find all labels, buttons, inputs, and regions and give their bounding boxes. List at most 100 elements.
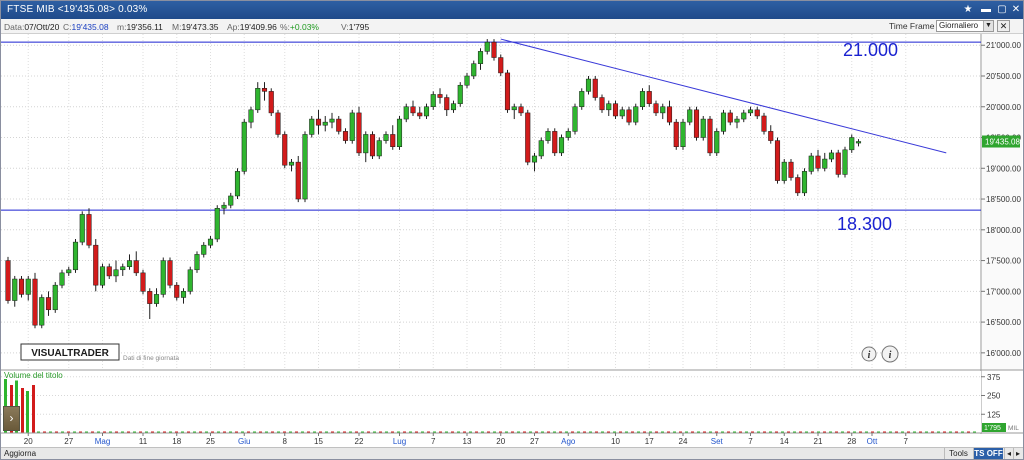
candle-body <box>822 158 828 169</box>
brand-subtitle: Dati di fine giornata <box>123 355 179 362</box>
candle-body <box>660 106 666 114</box>
candle-body <box>457 84 463 104</box>
candle-body <box>639 91 646 108</box>
candle-body <box>565 131 571 138</box>
candle-body <box>673 121 679 147</box>
candle-body <box>558 137 565 154</box>
date-tick-label: 20 <box>496 437 505 446</box>
last-price-marker: 19'435.08 <box>982 135 1020 148</box>
timeframe-select[interactable]: Giornaliero ▼ <box>936 20 994 32</box>
candle <box>835 149 841 178</box>
candle-body <box>538 140 544 157</box>
minimize-icon[interactable]: ▬ <box>979 3 993 16</box>
candle-body <box>275 112 281 135</box>
candle-body <box>194 254 200 271</box>
candle-body <box>52 284 58 311</box>
candle <box>801 168 808 196</box>
candle-body <box>693 109 700 138</box>
candle-body <box>167 260 173 286</box>
chevron-down-icon[interactable]: ▼ <box>983 21 993 31</box>
candle-body <box>86 214 92 246</box>
candle <box>275 109 281 138</box>
candle <box>5 256 11 304</box>
candle-body <box>747 109 754 114</box>
candle-body <box>248 109 254 123</box>
candle-body <box>606 103 612 111</box>
candle <box>140 269 146 295</box>
left-arrow-icon[interactable]: ◂ <box>1004 448 1013 459</box>
date-tick-label: 7 <box>431 437 436 446</box>
candle-body <box>754 109 760 117</box>
info-close: C:19'435.08 <box>63 22 109 32</box>
candle-body <box>241 121 247 172</box>
info-icon-2[interactable]: i <box>881 345 899 363</box>
candle-body <box>234 171 241 197</box>
candle-body <box>390 134 396 147</box>
candle-body <box>133 260 139 274</box>
candle-body <box>450 103 457 111</box>
candle-body <box>741 112 747 120</box>
candle <box>194 251 200 273</box>
candle-body <box>795 177 801 194</box>
info-icon-1[interactable]: i <box>861 346 877 362</box>
ohlc-info-bar: Data:07/Ott/20 C:19'435.08 m:19'356.11 M… <box>1 19 1023 34</box>
candle-body <box>801 171 808 194</box>
candle-body <box>288 161 295 166</box>
svg-text:i: i <box>868 350 871 361</box>
candle-body <box>828 152 835 160</box>
panel-close-button[interactable]: ✕ <box>997 20 1010 32</box>
candle-body <box>309 118 315 135</box>
candle-body <box>396 118 403 147</box>
candle-body <box>302 134 308 200</box>
candle-body <box>612 103 619 117</box>
candle-body <box>5 260 11 301</box>
candle <box>167 257 173 289</box>
volume-tick-label: 250 <box>987 392 1001 401</box>
last-price-label: 19'435.08 <box>985 138 1020 147</box>
candle-body <box>120 266 126 271</box>
candle <box>295 155 301 203</box>
right-arrow-icon[interactable]: ▸ <box>1013 448 1022 459</box>
candle <box>774 137 781 184</box>
candle-body <box>369 134 376 157</box>
candle-body <box>349 112 355 141</box>
candle <box>552 128 558 156</box>
candle <box>160 257 166 298</box>
date-tick-label: 28 <box>847 437 856 446</box>
ts-off-button[interactable]: TS OFF <box>973 448 1003 459</box>
candle-body <box>72 241 79 271</box>
app-window: FTSE MIB <19'435.08> 0.03% ★ ▬ ▢ ✕ Data:… <box>0 0 1024 460</box>
refresh-button[interactable]: Aggiorna <box>4 449 36 458</box>
tools-button[interactable]: Tools <box>944 448 972 459</box>
candle-body <box>180 291 187 298</box>
candle-body <box>545 131 551 141</box>
candle-body <box>12 278 18 301</box>
candle-body <box>700 118 706 138</box>
volume-bar <box>32 385 35 433</box>
close-icon[interactable]: ✕ <box>1009 3 1023 16</box>
candle-body <box>511 106 517 111</box>
candle-body <box>423 106 430 117</box>
candle-body <box>579 91 585 108</box>
price-chart[interactable]: 21.000 18.300 21'000.00 20'500.00 20'000.00… <box>1 34 1023 447</box>
volume-background <box>1 371 981 433</box>
price-tick-label: 18'500.00 <box>986 195 1021 204</box>
candle-body <box>18 278 25 295</box>
date-tick-label: 13 <box>463 437 472 446</box>
date-tick-label: 7 <box>748 437 753 446</box>
expand-panel-handle[interactable]: › <box>3 406 20 431</box>
candle-body <box>113 269 119 277</box>
candle-body <box>221 204 227 209</box>
candle-body <box>430 94 436 108</box>
maximize-icon[interactable]: ▢ <box>995 3 1009 16</box>
candle <box>79 211 85 246</box>
date-tick-label: 18 <box>172 437 181 446</box>
candle-body <box>599 97 605 111</box>
candle-body <box>79 214 85 243</box>
candle <box>369 131 376 160</box>
price-axis[interactable]: 21'000.0020'500.0020'000.0019'500.0019'0… <box>981 34 1022 370</box>
star-icon[interactable]: ★ <box>961 3 975 16</box>
candle-body <box>410 106 416 114</box>
candle <box>302 131 308 203</box>
date-tick-label: 25 <box>206 437 215 446</box>
